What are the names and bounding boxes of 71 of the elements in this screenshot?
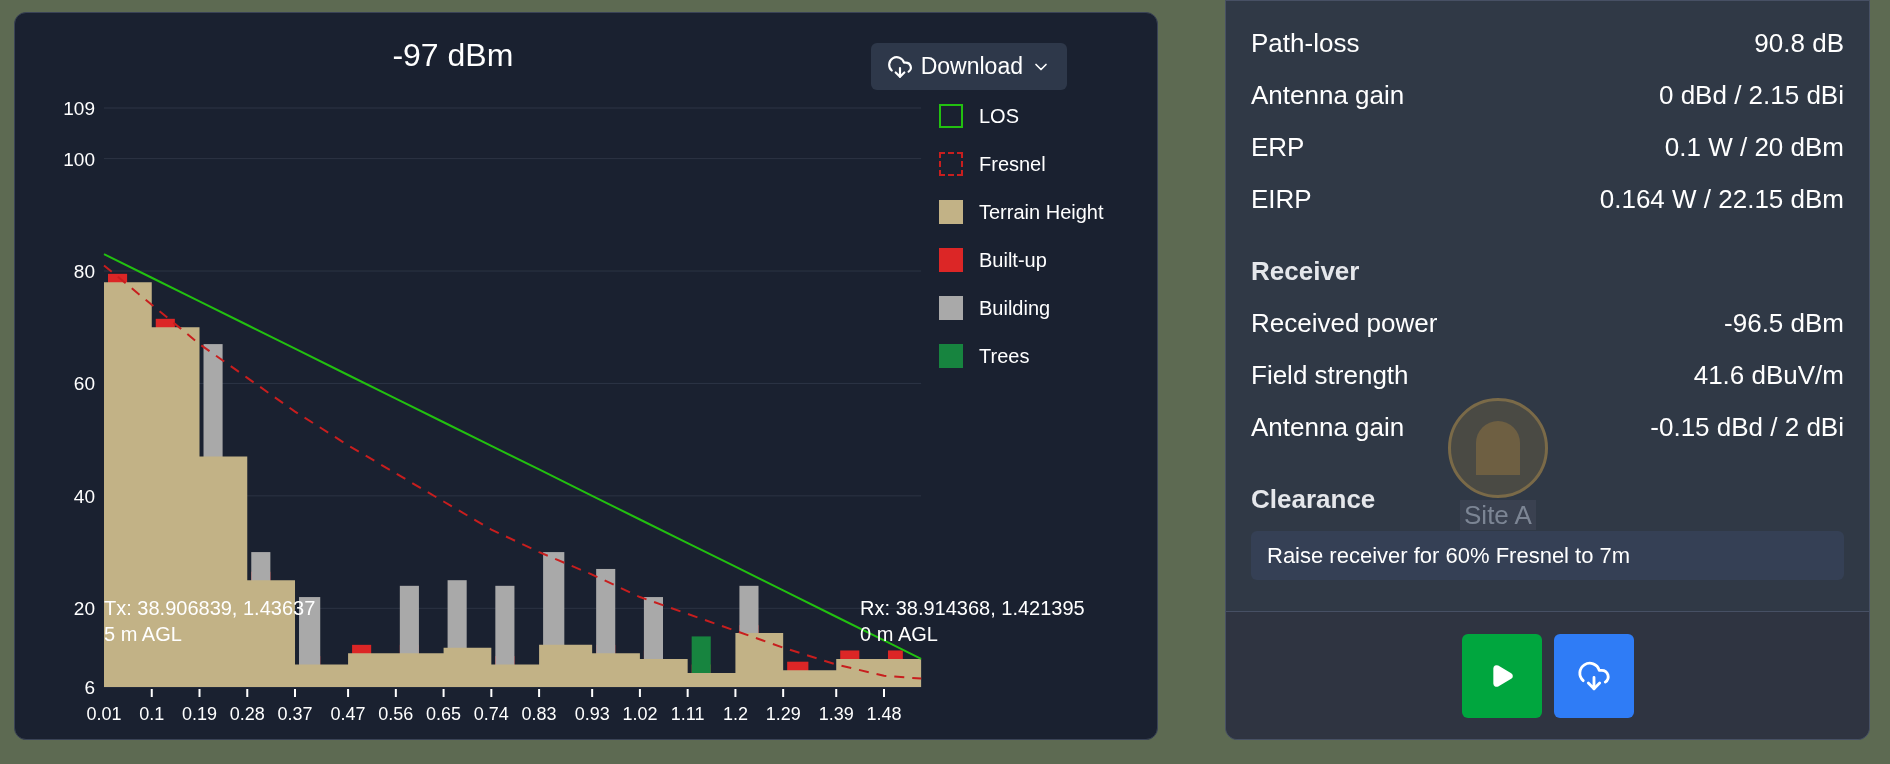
legend-label: LOS	[979, 104, 1020, 129]
signal-title: -97 dBm	[392, 36, 514, 75]
y-axis-label: 100	[63, 148, 95, 170]
map-marker-label: Site A	[1460, 500, 1536, 530]
x-axis-label: 1.29	[765, 704, 801, 724]
x-axis-label: 0.65	[426, 704, 462, 724]
legend-label: Built-up	[979, 248, 1047, 273]
x-tick-mark	[782, 688, 785, 698]
cloud-download-icon	[886, 53, 913, 80]
x-axis-label: 0.74	[473, 704, 509, 724]
x-axis-label: 0.56	[378, 704, 414, 724]
stat-label: Path-loss	[1251, 26, 1360, 60]
stat-value: 90.8 dB	[1754, 26, 1844, 60]
x-tick-mark	[490, 688, 493, 698]
x-tick-mark	[150, 688, 153, 698]
x-tick-mark	[198, 688, 201, 698]
x-axis-label: 1.2	[722, 704, 748, 724]
stat-value: -96.5 dBm	[1724, 306, 1844, 340]
x-tick-mark	[835, 688, 838, 698]
y-axis-label: 40	[73, 485, 95, 507]
x-tick-mark	[394, 688, 397, 698]
stat-value: 0.1 W / 20 dBm	[1664, 130, 1844, 164]
x-tick-mark	[591, 688, 594, 698]
x-axis-label: 0.1	[139, 704, 165, 724]
x-axis-label: 0.19	[182, 704, 218, 724]
coordinate-label: 5 m AGL	[104, 623, 182, 646]
x-axis-label: 0.28	[229, 704, 265, 724]
x-tick-mark	[442, 688, 445, 698]
stat-value: 0.164 W / 22.15 dBm	[1599, 182, 1844, 216]
x-axis-label: 0.37	[277, 704, 313, 724]
download-button[interactable]	[1553, 633, 1634, 718]
y-axis-label: 80	[73, 261, 95, 282]
y-axis-label: 6	[84, 677, 95, 698]
stat-label: EIRP	[1251, 182, 1312, 216]
x-tick-mark	[347, 688, 350, 698]
x-axis-label: 1.11	[670, 704, 705, 724]
y-axis-label: 20	[73, 598, 95, 620]
x-axis-label: 1.39	[818, 704, 854, 724]
x-axis-label: 0.83	[521, 704, 557, 724]
stat-label: ERP	[1251, 130, 1305, 164]
y-axis-label: 60	[73, 373, 95, 395]
stat-label: Antenna gain	[1251, 410, 1405, 444]
stat-value: 0 dBd / 2.15 dBi	[1658, 78, 1844, 112]
legend-label: Fresnel	[979, 152, 1046, 177]
section-heading: Receiver	[1251, 254, 1360, 288]
x-tick-mark	[294, 688, 296, 698]
run-button[interactable]	[1461, 633, 1542, 718]
legend-label: Trees	[979, 344, 1030, 369]
x-tick-mark	[883, 688, 885, 698]
x-tick-mark	[246, 688, 249, 698]
stat-value: 41.6 dBuV/m	[1693, 358, 1844, 392]
download-button[interactable]: Download	[870, 43, 1067, 90]
x-axis-label: 0.47	[330, 704, 366, 724]
x-tick-mark	[734, 688, 737, 698]
x-tick-mark	[538, 688, 541, 698]
x-tick-mark	[638, 688, 641, 698]
x-axis-label: 1.48	[866, 704, 902, 724]
legend-label: Building	[979, 296, 1051, 321]
stat-label: Received power	[1251, 306, 1438, 340]
x-axis-label: 0.93	[574, 704, 610, 724]
coordinate-label: Rx: 38.914368, 1.421395	[860, 597, 1085, 620]
y-axis-label: 109	[63, 98, 95, 119]
clearance-message: Raise receiver for 60% Fresnel to 7m	[1251, 531, 1844, 580]
x-tick-mark	[686, 688, 689, 698]
x-axis-label: 0.01	[86, 704, 122, 724]
stat-value: -0.15 dBd / 2 dBi	[1650, 410, 1844, 444]
section-heading: Clearance	[1251, 482, 1376, 516]
legend-label: Terrain Height	[979, 200, 1104, 225]
stat-label: Antenna gain	[1251, 78, 1405, 112]
x-axis-label: 1.02	[622, 704, 658, 724]
stat-label: Field strength	[1251, 358, 1409, 392]
